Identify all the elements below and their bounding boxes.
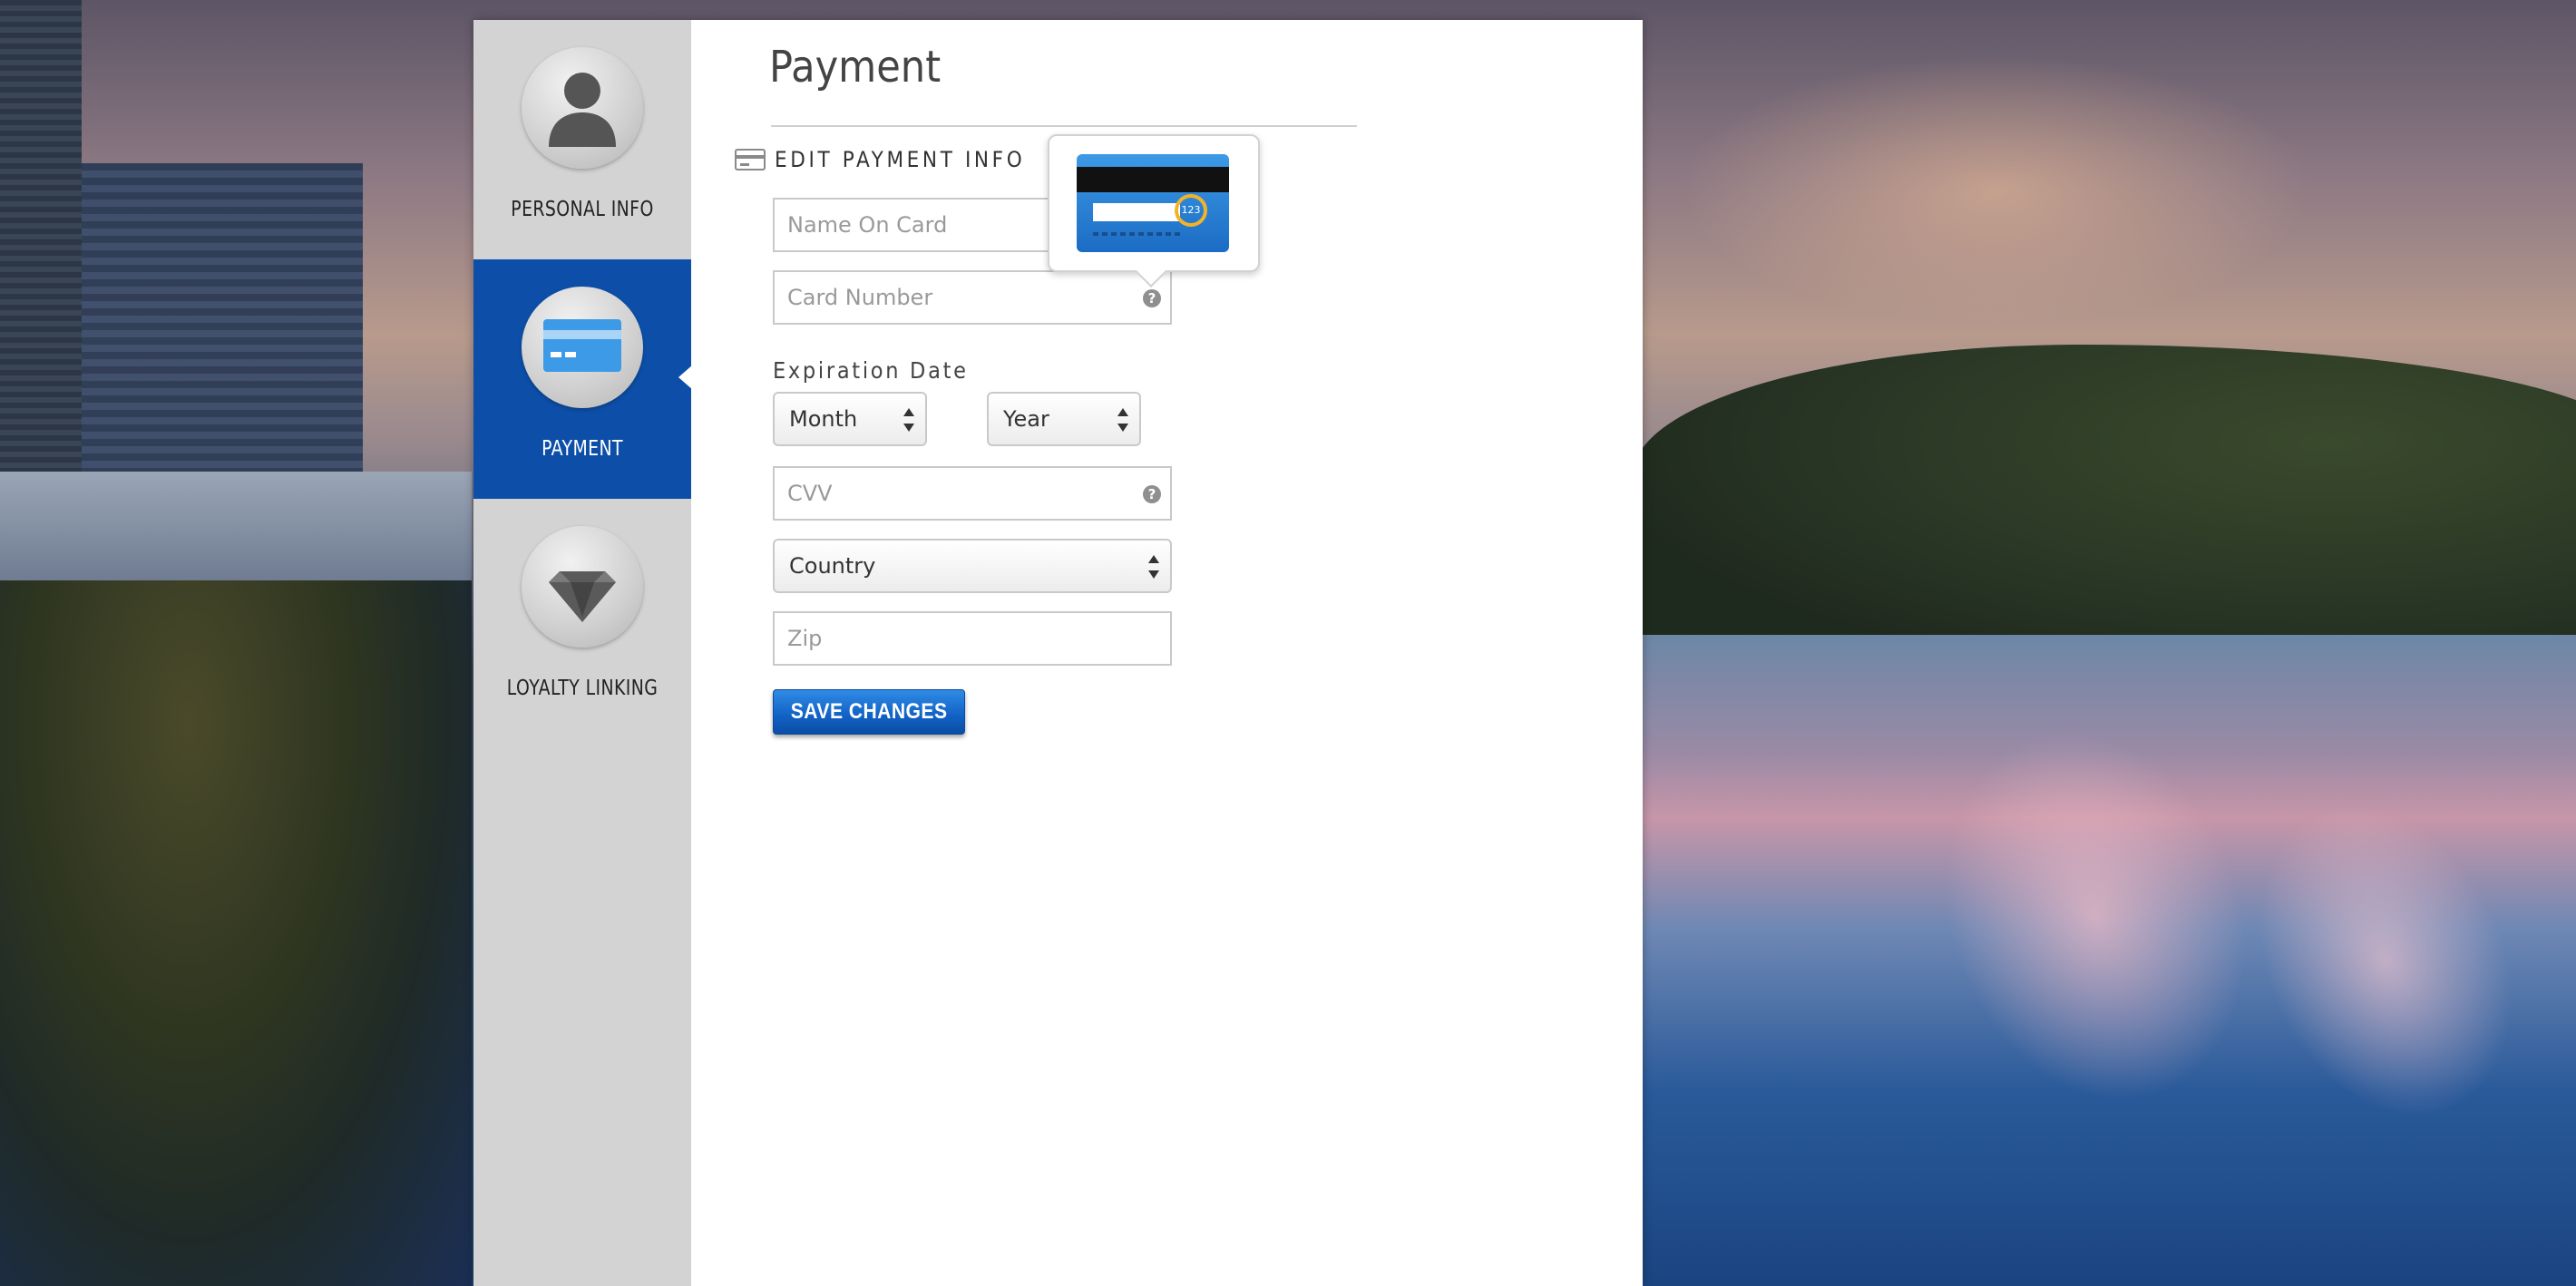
sidebar-item-label: PERSONAL INFO	[511, 198, 654, 221]
sidebar-item-label: LOYALTY LINKING	[506, 677, 659, 700]
page-title: Payment	[769, 42, 942, 93]
year-select-value: Year	[1003, 406, 1049, 432]
account-panel: PERSONAL INFO PAYMENT LOYALTY LINKING Pa…	[473, 20, 1643, 1286]
month-select-value: Month	[789, 406, 858, 432]
sidebar-item-payment[interactable]: PAYMENT	[473, 259, 693, 499]
credit-card-icon	[522, 287, 643, 408]
divider	[771, 125, 1357, 127]
diamond-icon	[522, 526, 643, 648]
zip-input[interactable]	[775, 613, 1170, 664]
sidebar-item-label: PAYMENT	[542, 437, 623, 461]
country-select[interactable]: Country	[773, 539, 1172, 593]
sidebar-item-loyalty-linking[interactable]: LOYALTY LINKING	[473, 499, 691, 738]
zip-field[interactable]	[773, 611, 1172, 666]
card-help-tooltip: 123	[1048, 134, 1260, 272]
expiration-date-label: Expiration Date	[773, 357, 969, 384]
card-number-input[interactable]	[775, 272, 1170, 323]
main-content: Payment EDIT PAYMENT INFO ? Expiration D…	[691, 20, 1643, 1286]
select-arrows-icon	[1148, 555, 1159, 579]
month-select[interactable]: Month	[773, 392, 927, 446]
sidebar: PERSONAL INFO PAYMENT LOYALTY LINKING	[473, 20, 693, 1286]
help-icon[interactable]: ?	[1143, 289, 1161, 307]
credit-card-icon	[735, 149, 766, 170]
sidebar-item-personal-info[interactable]: PERSONAL INFO	[473, 20, 691, 259]
save-changes-label: SAVE CHANGES	[790, 699, 948, 724]
card-number-field[interactable]: ?	[773, 270, 1172, 325]
year-select[interactable]: Year	[987, 392, 1141, 446]
section-header: EDIT PAYMENT INFO	[735, 147, 1053, 172]
cvv-sample: 123	[1175, 194, 1207, 227]
cvv-field[interactable]: ?	[773, 466, 1172, 521]
help-icon[interactable]: ?	[1143, 485, 1161, 503]
section-title: EDIT PAYMENT INFO	[775, 147, 1026, 172]
cvv-input[interactable]	[775, 468, 1170, 519]
card-back-icon: 123	[1077, 154, 1229, 252]
select-arrows-icon	[1117, 408, 1128, 432]
user-icon	[522, 47, 643, 169]
save-changes-button[interactable]: SAVE CHANGES	[773, 689, 965, 735]
country-select-value: Country	[789, 553, 876, 579]
select-arrows-icon	[903, 408, 914, 432]
